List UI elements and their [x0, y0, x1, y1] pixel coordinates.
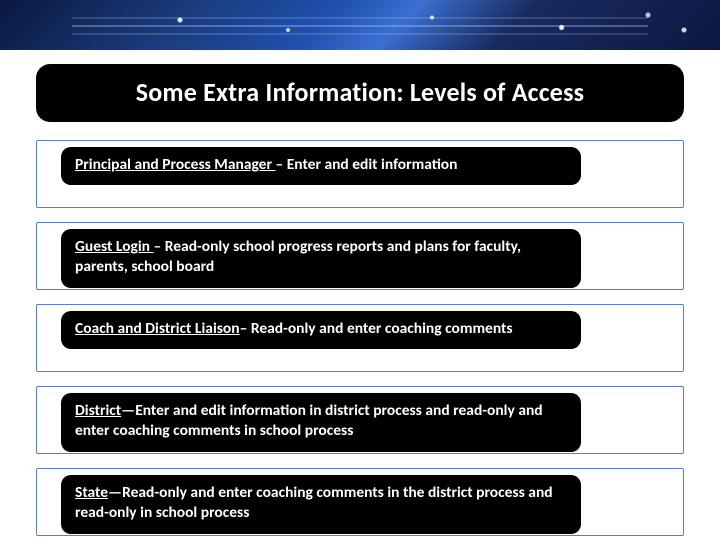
- access-level-box-guest: Guest Login – Read-only school progress …: [61, 229, 581, 288]
- role-label: Principal and Process Manager: [75, 155, 275, 174]
- slide-title: Some Extra Information: Levels of Access: [36, 64, 684, 122]
- separator: —: [108, 483, 122, 502]
- access-level-row: Guest Login – Read-only school progress …: [36, 222, 684, 290]
- access-level-box-coach: Coach and District Liaison– Read-only an…: [61, 311, 581, 349]
- role-label: State: [75, 483, 108, 502]
- role-label: Coach and District Liaison: [75, 319, 240, 338]
- decorative-banner: [0, 0, 720, 50]
- role-description: Read-only and enter coaching comments: [251, 319, 513, 338]
- role-label: District: [75, 401, 121, 420]
- separator: —: [121, 401, 135, 420]
- slide-content: Some Extra Information: Levels of Access…: [0, 50, 720, 536]
- separator: –: [240, 319, 251, 338]
- separator: –: [154, 237, 165, 256]
- access-level-row: District—Enter and edit information in d…: [36, 386, 684, 454]
- access-level-row: Principal and Process Manager – Enter an…: [36, 140, 684, 208]
- access-level-row: Coach and District Liaison– Read-only an…: [36, 304, 684, 372]
- access-level-box-principal: Principal and Process Manager – Enter an…: [61, 147, 581, 185]
- role-description: Read-only and enter coaching comments in…: [75, 483, 553, 522]
- access-level-box-state: State—Read-only and enter coaching comme…: [61, 475, 581, 534]
- access-level-box-district: District—Enter and edit information in d…: [61, 393, 581, 452]
- access-level-row: State—Read-only and enter coaching comme…: [36, 468, 684, 536]
- role-label: Guest Login: [75, 237, 154, 256]
- role-description: Enter and edit information in district p…: [75, 401, 543, 440]
- separator: –: [275, 155, 286, 174]
- role-description: Enter and edit information: [287, 155, 458, 174]
